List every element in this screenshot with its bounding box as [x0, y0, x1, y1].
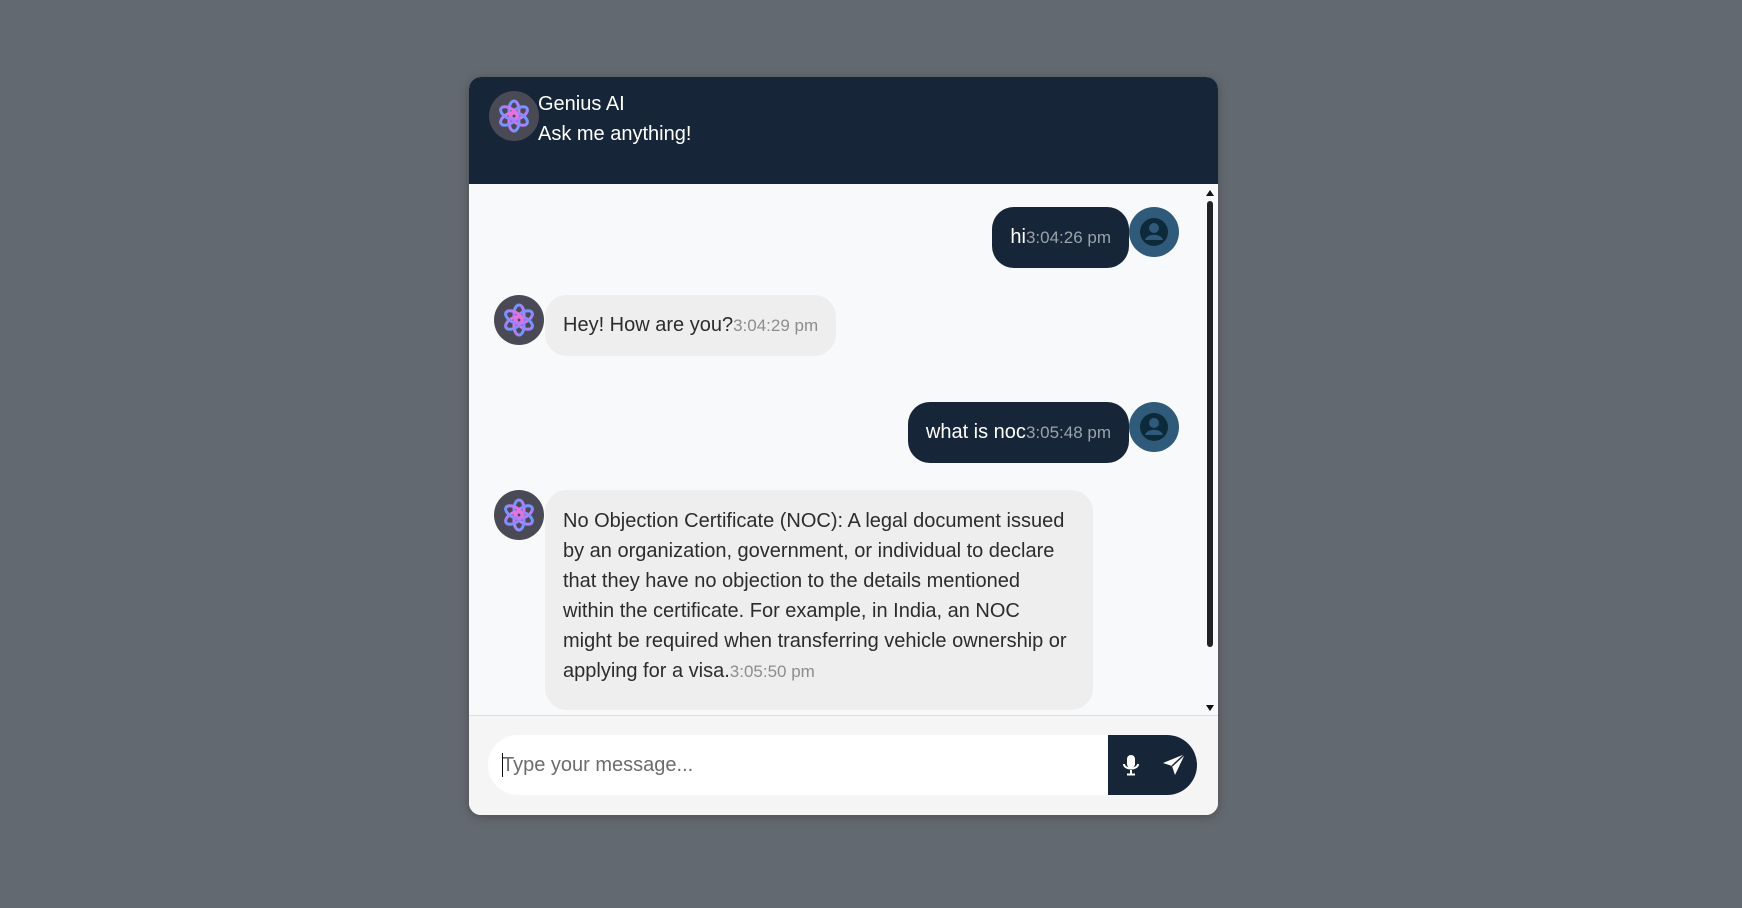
message-timestamp: 3:05:50 pm — [729, 662, 815, 681]
openai-logo-icon — [504, 498, 534, 532]
microphone-button[interactable] — [1116, 749, 1146, 781]
message-timestamp: 3:04:26 pm — [1025, 227, 1111, 247]
microphone-icon — [1123, 755, 1139, 776]
bot-avatar — [489, 91, 539, 141]
message-line: within the certificate. For example, in … — [563, 600, 1020, 622]
message-line: No Objection Certificate (NOC): A legal … — [563, 510, 1065, 532]
bot-avatar — [494, 490, 544, 540]
bot-message: Hey! How are you? 3:04:29 pm — [545, 295, 837, 356]
message-scrollbar[interactable] — [1203, 184, 1218, 715]
openai-logo-icon — [504, 303, 534, 337]
message-text: Hey! How are you? — [563, 314, 734, 336]
scroll-up-arrow-icon[interactable] — [1206, 190, 1214, 196]
message-timestamp: 3:04:29 pm — [733, 315, 819, 335]
openai-logo-icon — [499, 99, 529, 133]
message-line: might be required when transferring vehi… — [563, 630, 1067, 652]
header-subtitle: Ask me anything! — [538, 123, 692, 145]
send-icon — [1163, 753, 1186, 775]
message-line: by an organization, government, or indiv… — [563, 540, 1055, 562]
user-message: what is noc 3:05:48 pm — [907, 402, 1129, 463]
input-wrapper — [488, 735, 1197, 795]
message-input[interactable] — [488, 735, 1108, 795]
bot-avatar — [494, 295, 544, 345]
message-text: what is noc — [925, 421, 1026, 443]
chat-window: Genius AI Ask me anything! hi3:04:26 pm — [469, 77, 1218, 815]
text-caret — [502, 753, 503, 777]
input-actions — [1108, 735, 1197, 795]
scroll-down-arrow-icon[interactable] — [1206, 705, 1214, 711]
user-icon — [1140, 413, 1168, 441]
message-line: that they have no objection to the detai… — [563, 570, 1020, 592]
scroll-thumb[interactable] — [1207, 201, 1213, 647]
message-timestamp: 3:05:48 pm — [1025, 422, 1111, 442]
message-line: applying for a visa. — [563, 660, 730, 682]
message-line-last: applying for a visa.3:05:50 pm — [563, 656, 1075, 687]
send-button[interactable] — [1158, 749, 1190, 781]
message-list: hi 3:04:26 pm Hey! How are you? 3:04:29 … — [469, 184, 1218, 715]
header-title: Genius AI — [538, 93, 625, 115]
user-message: hi 3:04:26 pm — [992, 207, 1129, 268]
input-area — [469, 715, 1218, 815]
chat-header: Genius AI Ask me anything! — [469, 77, 1218, 184]
user-avatar — [1129, 402, 1179, 452]
bot-message: No Objection Certificate (NOC): A legal … — [545, 490, 1093, 710]
user-avatar — [1129, 207, 1179, 257]
message-text: hi — [1010, 226, 1026, 248]
user-icon — [1140, 218, 1168, 246]
